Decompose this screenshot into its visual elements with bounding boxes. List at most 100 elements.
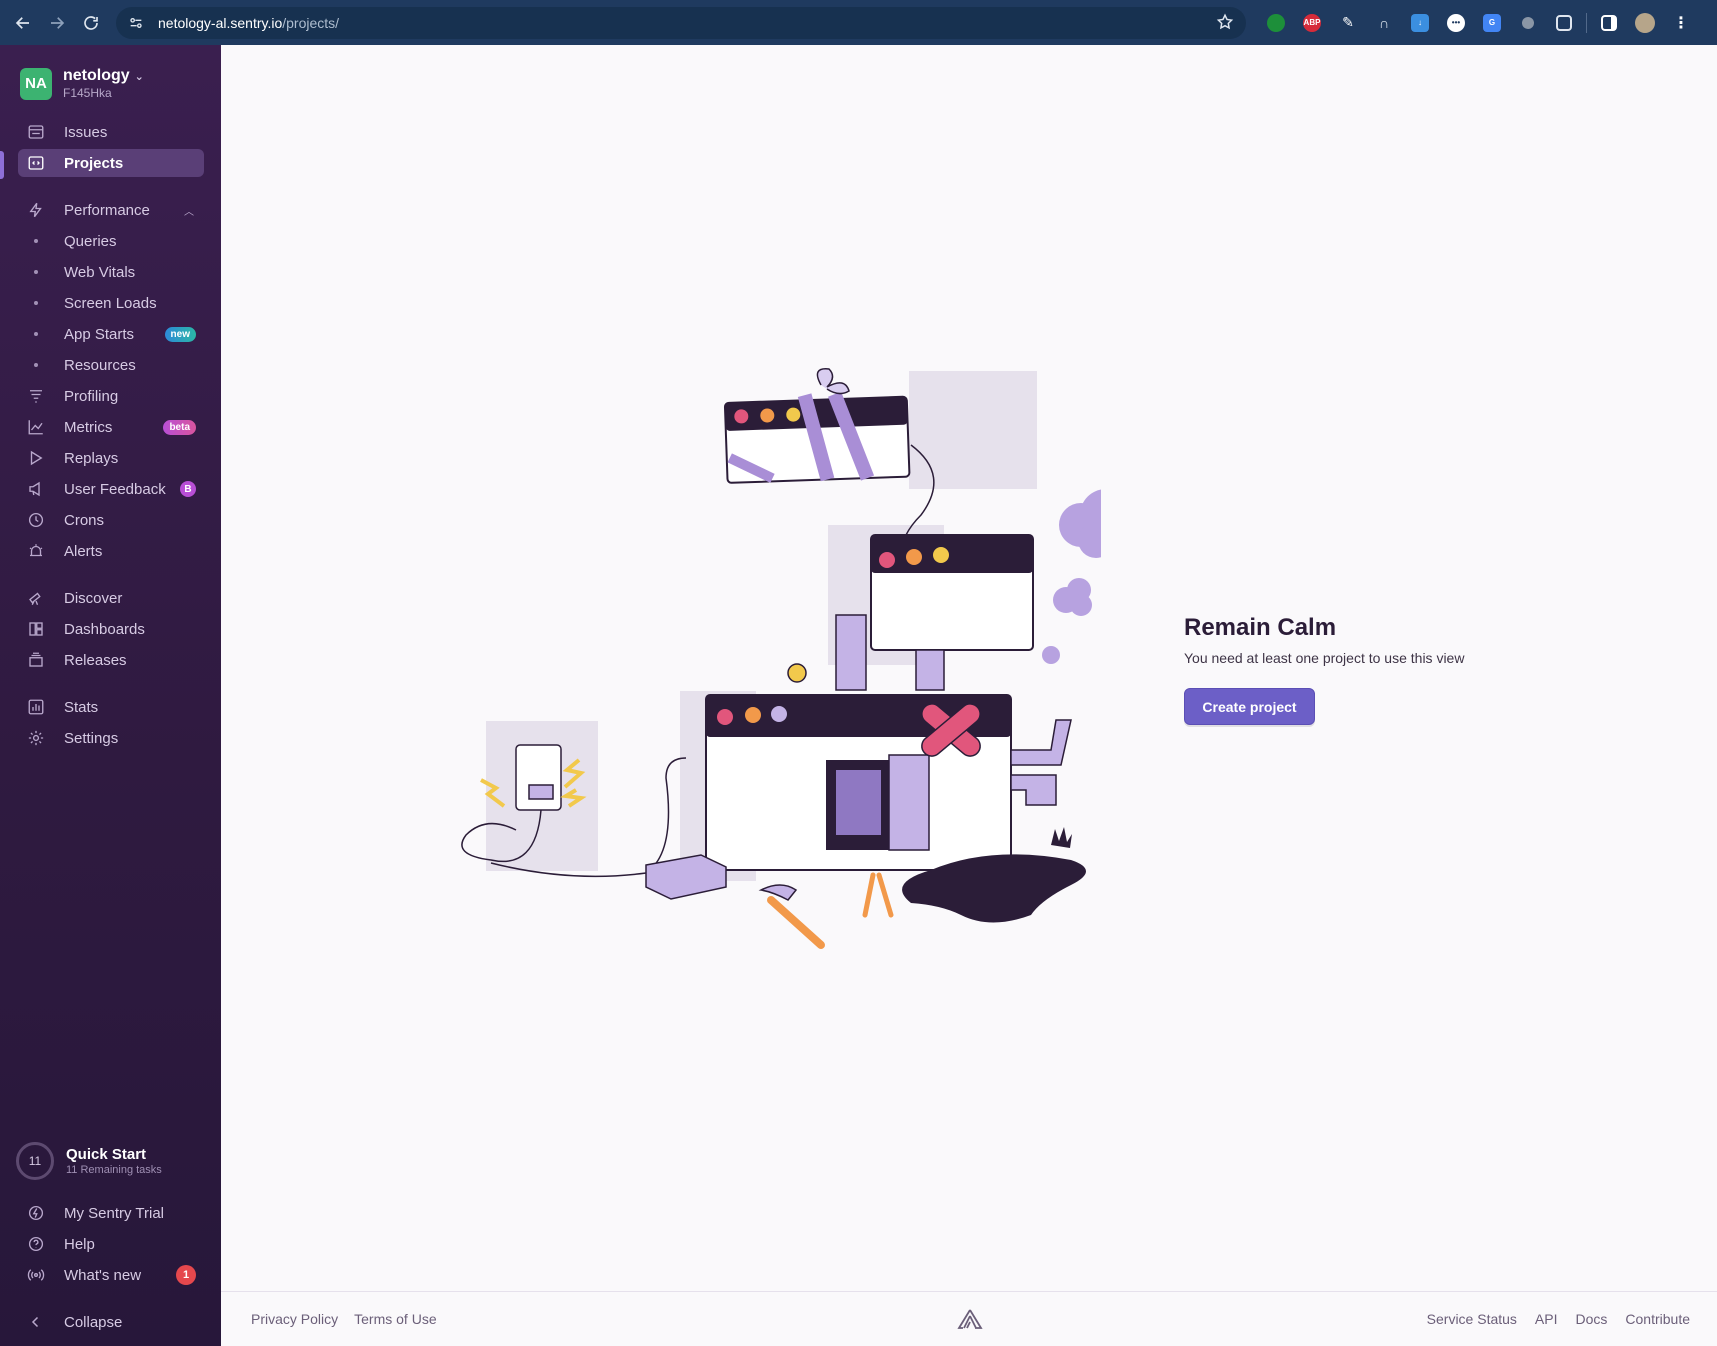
user-feedback-icon: [26, 479, 46, 499]
api-link[interactable]: API: [1535, 1311, 1558, 1327]
sidebar-item-crons[interactable]: Crons: [18, 506, 204, 534]
dashboards-icon: [26, 619, 46, 639]
create-project-button[interactable]: Create project: [1184, 688, 1315, 725]
eyedropper-extension-icon[interactable]: ✎: [1330, 7, 1366, 39]
sidebar-item-stats[interactable]: Stats: [18, 693, 204, 721]
bullet-icon: [34, 363, 38, 367]
bullet-icon: [34, 301, 38, 305]
sidebar-item-metrics[interactable]: Metrics beta: [18, 413, 204, 441]
performance-icon: [26, 200, 46, 220]
org-switcher[interactable]: NA netology ⌄ F145Hka: [20, 67, 144, 100]
browser-toolbar: netology-al.sentry.io/projects/ ABP ✎ ∩ …: [0, 0, 1717, 45]
beta-badge: beta: [163, 419, 196, 435]
service-status-link[interactable]: Service Status: [1427, 1311, 1517, 1327]
toolbar-divider: [1586, 12, 1587, 33]
sidebar-item-projects[interactable]: Projects: [18, 149, 204, 177]
lightning-circle-icon: [26, 1203, 46, 1223]
puzzle-extension-icon[interactable]: [1546, 7, 1582, 39]
download-extension-icon[interactable]: ↓: [1402, 7, 1438, 39]
org-name: netology ⌄: [63, 67, 144, 84]
active-indicator: [0, 151, 4, 179]
sidebar: NA netology ⌄ F145Hka Issues Projects Per…: [0, 45, 221, 1346]
projects-icon: [26, 153, 46, 173]
green-circle-extension-icon[interactable]: [1258, 7, 1294, 39]
crons-icon: [26, 510, 46, 530]
privacy-policy-link[interactable]: Privacy Policy: [251, 1311, 338, 1327]
metrics-icon: [26, 417, 46, 437]
sidebar-item-web-vitals[interactable]: Web Vitals: [18, 258, 204, 286]
sidebar-item-user-feedback[interactable]: User Feedback B: [18, 475, 204, 503]
browser-menu-icon[interactable]: ⋮: [1663, 7, 1699, 39]
broken-computers-illustration: [461, 368, 1101, 949]
sidebar-item-queries[interactable]: Queries: [18, 227, 204, 255]
quick-start-progress-ring: 11: [16, 1142, 54, 1180]
empty-state-title: Remain Calm: [1184, 614, 1337, 641]
quick-start-title: Quick Start: [66, 1146, 147, 1163]
alerts-icon: [26, 541, 46, 561]
sidebar-item-releases[interactable]: Releases: [18, 646, 204, 674]
broadcast-icon: [26, 1265, 46, 1285]
chevron-left-icon: [26, 1312, 46, 1332]
replays-icon: [26, 448, 46, 468]
gear-icon: [26, 728, 46, 748]
adblock-plus-extension-icon[interactable]: ABP: [1294, 7, 1330, 39]
headphones-extension-icon[interactable]: ∩: [1366, 7, 1402, 39]
extensions-toolbar: ABP ✎ ∩ ↓ ••• G ⋮: [1258, 7, 1699, 39]
sidebar-item-performance[interactable]: Performance ︿: [18, 196, 204, 224]
bullet-icon: [34, 332, 38, 336]
quick-start-subtitle: 11 Remaining tasks: [66, 1164, 162, 1176]
sidebar-item-resources[interactable]: Resources: [18, 351, 204, 379]
url-text: netology-al.sentry.io/projects/: [158, 14, 340, 31]
password-extension-icon[interactable]: •••: [1438, 7, 1474, 39]
sidebar-item-whats-new[interactable]: What's new 1: [18, 1261, 204, 1289]
gray-circle-extension-icon[interactable]: [1510, 7, 1546, 39]
help-icon: [26, 1234, 46, 1254]
org-subtitle: F145Hka: [63, 86, 112, 100]
address-bar[interactable]: netology-al.sentry.io/projects/: [116, 6, 1246, 39]
sidebar-item-app-starts[interactable]: App Starts new: [18, 320, 204, 348]
sidebar-item-my-sentry-trial[interactable]: My Sentry Trial: [18, 1199, 204, 1227]
terms-of-use-link[interactable]: Terms of Use: [354, 1311, 436, 1327]
sidebar-item-help[interactable]: Help: [18, 1230, 204, 1258]
notification-count-badge: 1: [176, 1265, 196, 1285]
org-avatar: NA: [20, 67, 52, 100]
footer: Privacy Policy Terms of Use Service Stat…: [221, 1291, 1717, 1346]
chevron-up-icon: ︿: [184, 206, 194, 218]
b-badge: B: [180, 481, 196, 497]
stats-icon: [26, 697, 46, 717]
sidebar-item-screen-loads[interactable]: Screen Loads: [18, 289, 204, 317]
sidebar-item-replays[interactable]: Replays: [18, 444, 204, 472]
new-badge: new: [164, 326, 196, 342]
bookmark-star-icon[interactable]: [1216, 13, 1236, 33]
discover-icon: [26, 588, 46, 608]
profiling-icon: [26, 386, 46, 406]
profile-avatar[interactable]: [1627, 7, 1663, 39]
sidebar-item-issues[interactable]: Issues: [18, 118, 204, 146]
sidebar-item-dashboards[interactable]: Dashboards: [18, 615, 204, 643]
arrow-left-icon: [15, 16, 29, 29]
issues-icon: [26, 122, 46, 142]
translate-extension-icon[interactable]: G: [1474, 7, 1510, 39]
bullet-icon: [34, 270, 38, 274]
side-panel-icon[interactable]: [1591, 7, 1627, 39]
releases-icon: [26, 650, 46, 670]
chevron-down-icon: ⌄: [134, 70, 144, 83]
reload-icon: [84, 15, 98, 30]
sidebar-item-profiling[interactable]: Profiling: [18, 382, 204, 410]
docs-link[interactable]: Docs: [1576, 1311, 1608, 1327]
forward-button[interactable]: [40, 6, 74, 40]
contribute-link[interactable]: Contribute: [1625, 1311, 1690, 1327]
sidebar-item-settings[interactable]: Settings: [18, 724, 204, 752]
main-content: Remain Calm You need at least one projec…: [221, 45, 1717, 1291]
quick-start[interactable]: 11 Quick Start 11 Remaining tasks: [16, 1142, 162, 1180]
sidebar-collapse-button[interactable]: Collapse: [18, 1308, 204, 1336]
bullet-icon: [34, 239, 38, 243]
sentry-logo-icon[interactable]: [957, 1308, 983, 1330]
reload-button[interactable]: [74, 6, 108, 40]
back-button[interactable]: [6, 6, 40, 40]
arrow-right-icon: [51, 16, 65, 29]
empty-state-description: You need at least one project to use thi…: [1184, 650, 1465, 666]
sidebar-item-alerts[interactable]: Alerts: [18, 537, 204, 565]
site-settings-icon[interactable]: [126, 13, 146, 33]
sidebar-item-discover[interactable]: Discover: [18, 584, 204, 612]
